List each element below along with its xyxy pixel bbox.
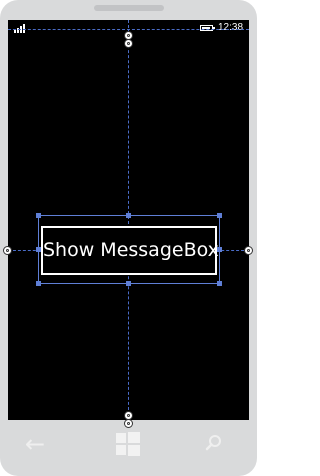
search-icon[interactable] [205,434,223,452]
earpiece [94,5,164,11]
resize-handle[interactable] [36,281,41,286]
resize-handle[interactable] [126,281,131,286]
back-arrow-icon[interactable]: ← [25,432,45,456]
bottom-anchor-icon[interactable] [124,419,133,428]
windows-logo-icon[interactable] [116,432,140,456]
resize-handle[interactable] [217,213,222,218]
top-anchor-icon[interactable] [124,39,133,48]
resize-handle[interactable] [36,213,41,218]
status-time: 12:38 [218,22,244,33]
signal-bars-icon [14,23,28,33]
resize-handle[interactable] [217,281,222,286]
battery-icon [200,25,215,31]
resize-handle[interactable] [126,213,131,218]
right-anchor-icon[interactable] [244,246,253,255]
left-anchor-icon[interactable] [3,246,12,255]
phone-frame: 12:38 Show MessageBox ← [0,0,257,476]
show-messagebox-button[interactable]: Show MessageBox [41,226,219,275]
